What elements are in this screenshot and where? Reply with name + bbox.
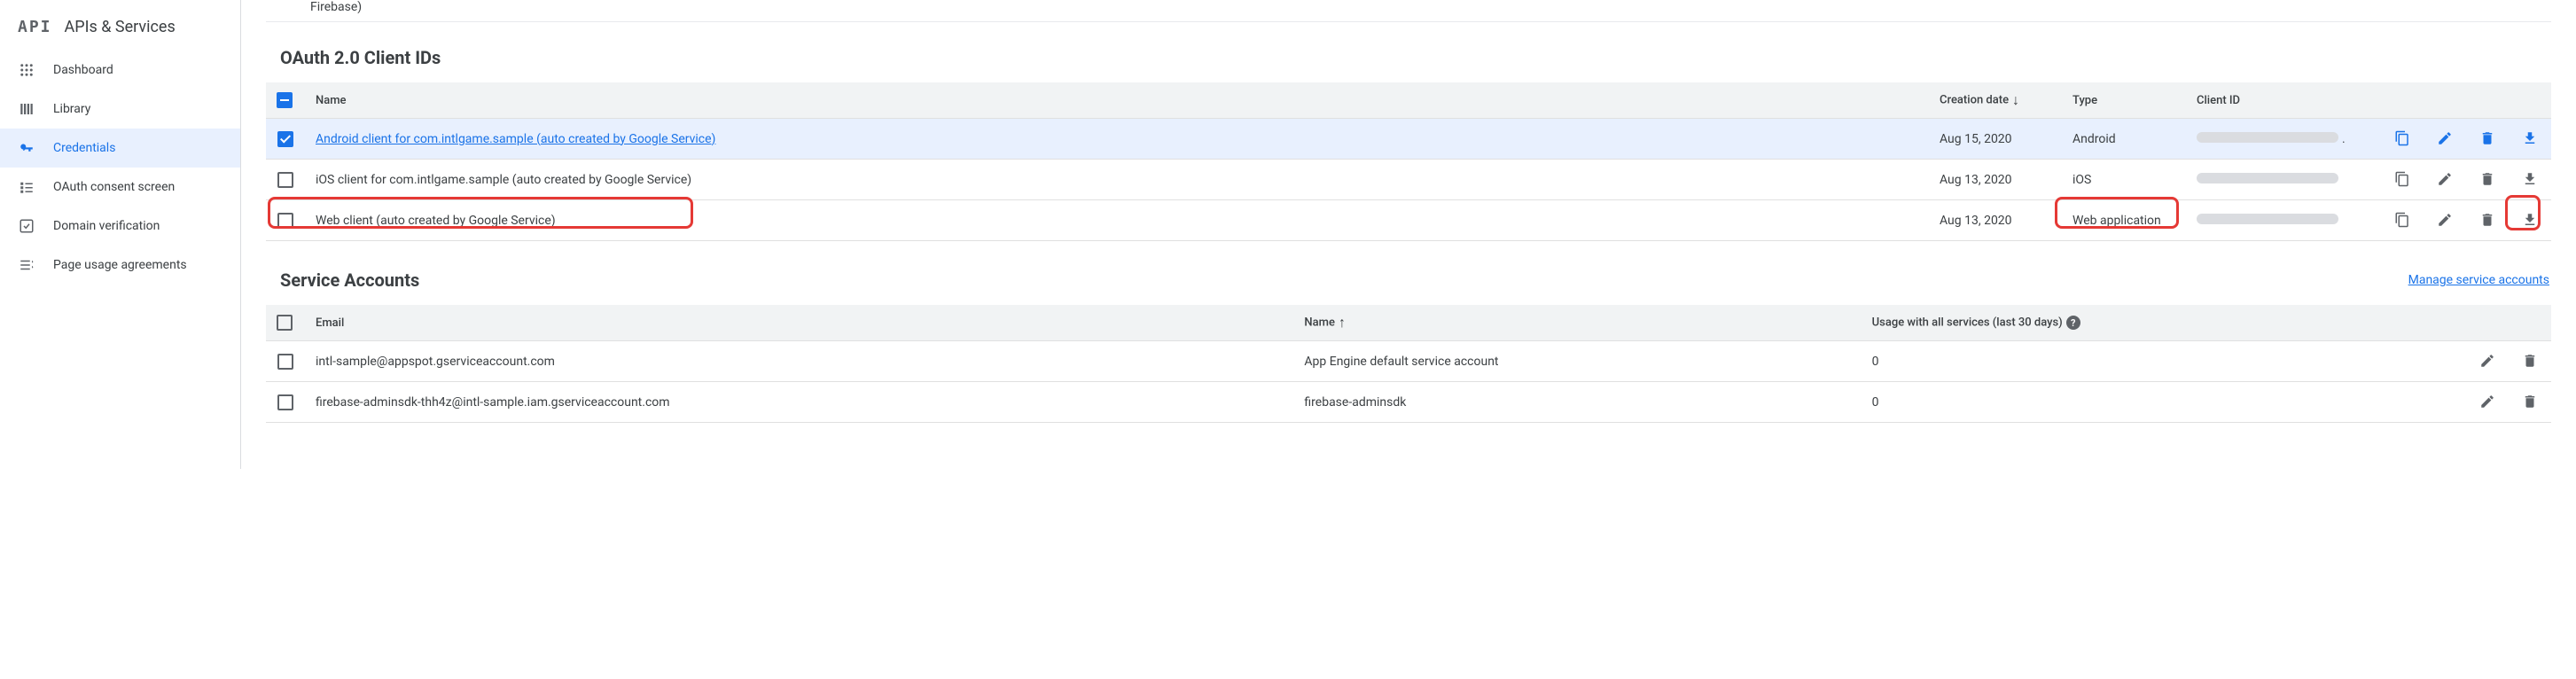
copy-icon[interactable] <box>2392 128 2413 149</box>
delete-icon[interactable] <box>2519 391 2541 412</box>
oauth-client-row: Android client for com.intlgame.sample (… <box>266 119 2551 160</box>
client-type: Android <box>2073 132 2116 146</box>
copy-icon[interactable] <box>2392 168 2413 190</box>
oauth-client-row: iOS client for com.intlgame.sample (auto… <box>266 160 2551 200</box>
partial-firebase-text: Firebase) <box>266 0 2551 21</box>
client-name-link[interactable]: Web client (auto created by Google Servi… <box>316 214 556 228</box>
row-checkbox[interactable] <box>277 354 293 370</box>
delete-icon[interactable] <box>2477 209 2498 230</box>
service-account-row: firebase-adminsdk-thh4z@intl-sample.iam.… <box>266 382 2551 423</box>
sidebar: API APIs & Services Dashboard Library Cred… <box>0 0 241 469</box>
service-name: App Engine default service account <box>1293 341 1861 382</box>
sidebar-item-credentials[interactable]: Credentials <box>0 129 240 168</box>
download-icon[interactable] <box>2519 209 2541 230</box>
client-id-cell <box>2186 160 2381 200</box>
client-name-link[interactable]: Android client for com.intlgame.sample (… <box>316 132 715 146</box>
copy-icon[interactable] <box>2392 209 2413 230</box>
sidebar-item-page-usage-agreements[interactable]: Page usage agreements <box>0 246 240 285</box>
service-account-row: intl-sample@appspot.gserviceaccount.com … <box>266 341 2551 382</box>
service-accounts-title: Service Accounts <box>280 269 419 291</box>
manage-service-accounts-link[interactable]: Manage service accounts <box>2408 273 2549 287</box>
download-icon[interactable] <box>2519 128 2541 149</box>
sidebar-item-label: OAuth consent screen <box>53 180 175 194</box>
sidebar-item-library[interactable]: Library <box>0 90 240 129</box>
oauth-clients-table: Name Creation date↓ Type Client ID Andro… <box>266 82 2551 241</box>
help-icon[interactable]: ? <box>2066 316 2080 330</box>
sort-down-icon: ↓ <box>2012 91 2019 108</box>
main-content: Firebase) OAuth 2.0 Client IDs Name Crea… <box>241 0 2576 469</box>
column-name[interactable]: Name <box>305 82 1929 119</box>
edit-icon[interactable] <box>2477 391 2498 412</box>
api-logo: API <box>18 18 52 36</box>
service-accounts-table: Email Name↑ Usage with all services (las… <box>266 305 2551 423</box>
service-email: intl-sample@appspot.gserviceaccount.com <box>305 341 1293 382</box>
creation-date: Aug 13, 2020 <box>1929 200 2062 241</box>
client-name-link[interactable]: iOS client for com.intlgame.sample (auto… <box>316 173 691 187</box>
oauth-client-row: Web client (auto created by Google Servi… <box>266 200 2551 241</box>
download-icon[interactable] <box>2519 168 2541 190</box>
sidebar-item-domain-verification[interactable]: Domain verification <box>0 207 240 246</box>
column-service-name[interactable]: Name↑ <box>1293 305 1861 341</box>
sidebar-item-label: Domain verification <box>53 219 160 233</box>
sidebar-item-oauth-consent-screen[interactable]: OAuth consent screen <box>0 168 240 207</box>
delete-icon[interactable] <box>2519 350 2541 371</box>
key-icon <box>18 139 35 157</box>
creation-date: Aug 13, 2020 <box>1929 160 2062 200</box>
row-checkbox[interactable] <box>277 172 293 188</box>
consent-icon <box>18 178 35 196</box>
column-email[interactable]: Email <box>305 305 1293 341</box>
oauth-section-title: OAuth 2.0 Client IDs <box>266 47 2551 68</box>
sidebar-header: API APIs & Services <box>0 7 240 51</box>
sidebar-item-label: Dashboard <box>53 63 113 77</box>
edit-icon[interactable] <box>2434 168 2455 190</box>
sidebar-item-label: Credentials <box>53 141 115 155</box>
column-usage[interactable]: Usage with all services (last 30 days)? <box>1862 305 2466 341</box>
divider <box>266 21 2551 22</box>
list-icon <box>18 256 35 274</box>
service-usage: 0 <box>1862 382 2466 423</box>
sidebar-item-label: Page usage agreements <box>53 258 187 272</box>
row-checkbox[interactable] <box>277 213 293 229</box>
dashboard-icon <box>18 61 35 79</box>
select-all-service-checkbox[interactable] <box>277 315 293 331</box>
client-type: Web application <box>2073 214 2161 228</box>
column-type[interactable]: Type <box>2062 82 2186 119</box>
creation-date: Aug 15, 2020 <box>1929 119 2062 160</box>
service-email: firebase-adminsdk-thh4z@intl-sample.iam.… <box>305 382 1293 423</box>
sidebar-item-label: Library <box>53 102 90 116</box>
delete-icon[interactable] <box>2477 128 2498 149</box>
row-checkbox[interactable] <box>277 131 293 147</box>
row-checkbox[interactable] <box>277 394 293 410</box>
client-id-cell <box>2186 200 2381 241</box>
select-all-checkbox[interactable] <box>277 92 293 108</box>
delete-icon[interactable] <box>2477 168 2498 190</box>
client-type: iOS <box>2073 173 2091 187</box>
check-icon <box>18 217 35 235</box>
column-creation-date[interactable]: Creation date↓ <box>1929 82 2062 119</box>
library-icon <box>18 100 35 118</box>
edit-icon[interactable] <box>2434 128 2455 149</box>
edit-icon[interactable] <box>2477 350 2498 371</box>
service-name: firebase-adminsdk <box>1293 382 1861 423</box>
sidebar-title: APIs & Services <box>65 18 176 36</box>
sidebar-item-dashboard[interactable]: Dashboard <box>0 51 240 90</box>
client-id-cell: . <box>2186 119 2381 160</box>
sort-up-icon: ↑ <box>1339 314 1346 331</box>
column-client-id[interactable]: Client ID <box>2186 82 2381 119</box>
service-usage: 0 <box>1862 341 2466 382</box>
edit-icon[interactable] <box>2434 209 2455 230</box>
